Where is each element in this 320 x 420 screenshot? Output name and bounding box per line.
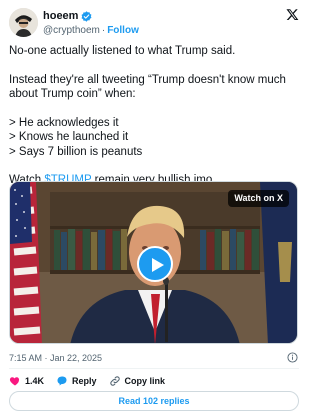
tweet-timestamp[interactable]: 7:15 AM · Jan 22, 2025 xyxy=(9,352,102,364)
tweet-card: hoeem @crypthoem · Follow No-one actually … xyxy=(0,0,308,420)
heart-icon xyxy=(9,377,20,386)
author-handle[interactable]: @crypthoem xyxy=(43,25,100,36)
tweet-line: > Knows he launched it xyxy=(9,131,129,143)
reply-button[interactable]: Reply xyxy=(56,375,97,387)
tweet-line: No-one actually listened to what Trump s… xyxy=(9,45,236,57)
link-icon xyxy=(109,376,120,386)
divider xyxy=(9,368,299,369)
reply-label: Reply xyxy=(72,376,97,386)
verified-badge-icon xyxy=(82,11,92,22)
video-thumbnail[interactable]: Watch on X xyxy=(9,181,298,344)
copy-link-button[interactable]: Copy link xyxy=(109,375,166,387)
play-icon xyxy=(152,258,164,272)
tweet-header: hoeem @crypthoem · Follow xyxy=(9,8,299,40)
x-logo-icon[interactable] xyxy=(286,8,299,21)
author-display-name[interactable]: hoeem xyxy=(43,10,78,23)
timestamp-text[interactable]: 7:15 AM · Jan 22, 2025 xyxy=(9,353,102,363)
info-icon[interactable] xyxy=(287,352,298,363)
tweet-line: Instead they're all tweeting “Trump does… xyxy=(9,73,286,101)
tweet-line: > Says 7 billion is peanuts xyxy=(9,145,143,158)
tweet-text: No-one actually listened to what Trump s… xyxy=(9,44,301,188)
watch-on-x-badge[interactable]: Watch on X xyxy=(228,190,289,207)
like-count: 1.4K xyxy=(25,376,45,386)
play-button[interactable] xyxy=(137,246,173,282)
read-replies-button[interactable]: Read 102 replies xyxy=(9,391,299,411)
like-button[interactable]: 1.4K xyxy=(9,375,44,387)
separator-dot: · xyxy=(101,25,106,36)
tweet-actions: 1.4K Reply Copy link xyxy=(9,374,177,388)
copy-link-label: Copy link xyxy=(124,376,166,386)
reply-icon xyxy=(57,376,67,386)
tweet-line: > He acknowledges it xyxy=(9,116,119,129)
avatar[interactable] xyxy=(9,8,38,37)
follow-button[interactable]: Follow xyxy=(107,25,139,36)
author-info: hoeem @crypthoem · Follow xyxy=(43,10,139,37)
